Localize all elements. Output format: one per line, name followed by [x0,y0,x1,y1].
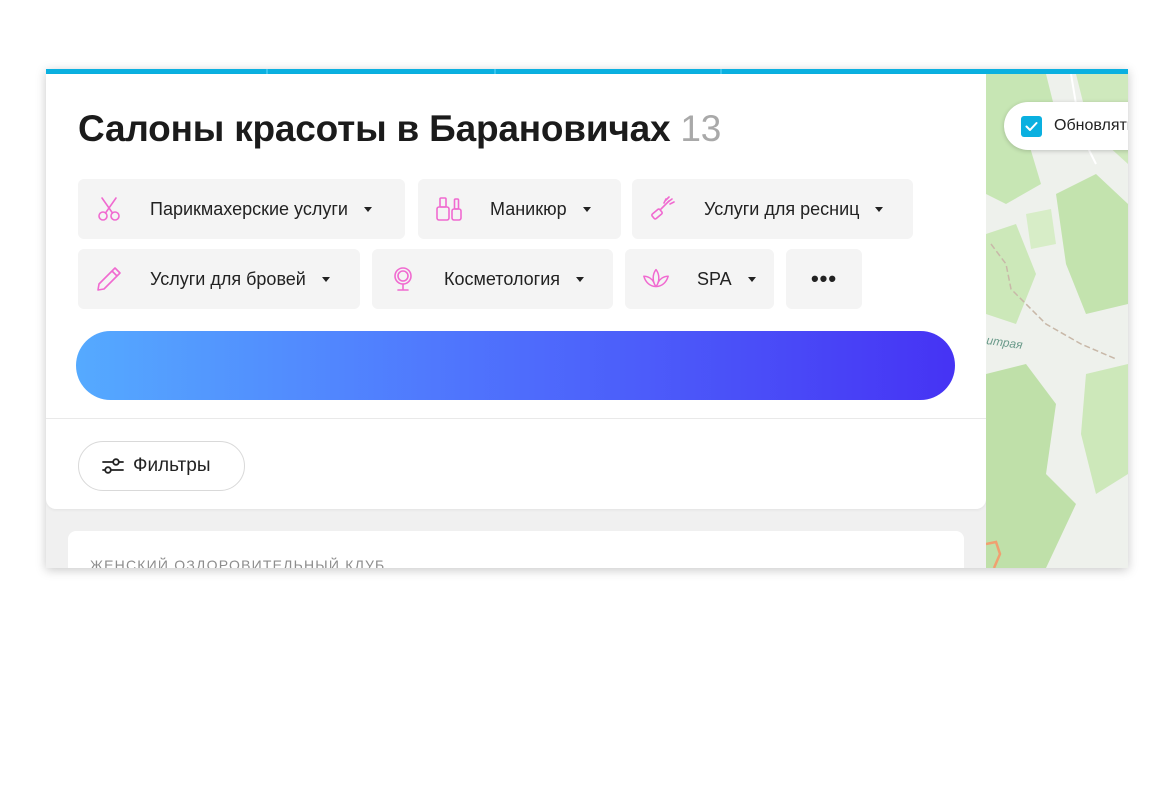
category-chip-lashes[interactable]: Услуги для ресниц [632,179,913,239]
filters-button[interactable]: Фильтры [78,441,245,491]
mirror-icon [388,264,418,294]
divider [46,418,986,419]
checkbox-checked-icon[interactable] [1021,115,1042,137]
scissors-icon [94,194,124,224]
category-chip-brows[interactable]: Услуги для бровей [78,249,360,309]
mascara-icon [648,194,678,224]
results-count: 13 [680,108,722,149]
caret-down-icon [747,276,756,282]
brow-pencil-icon [94,264,124,294]
category-chip-manicure[interactable]: Маникюр [418,179,621,239]
more-dots-icon: ••• [810,266,838,291]
salon-card[interactable]: ЖЕНСКИЙ ОЗДОРОВИТЕЛЬНЫЙ КЛУБ [68,531,964,568]
category-chip-label: Услуги для ресниц [704,198,860,219]
filters-label: Фильтры [133,455,211,476]
listing-panel: Салоны красоты в Барановичах 13 Парикмахе… [46,74,986,509]
nail-polish-icon [434,194,464,224]
caret-down-icon [363,206,372,212]
map-update-toggle[interactable]: Обновлять [1004,102,1128,150]
page-title: Салоны красоты в Барановичах 13 [78,108,721,150]
lotus-icon [641,264,671,294]
caret-down-icon [576,276,585,282]
sliders-icon [101,455,127,477]
category-chip-cosmetology[interactable]: Косметология [372,249,613,309]
category-chip-spa[interactable]: SPA [625,249,774,309]
salon-category: ЖЕНСКИЙ ОЗДОРОВИТЕЛЬНЫЙ КЛУБ [90,557,386,568]
page-title-text: Салоны красоты в Барановичах [78,108,671,149]
app-window: Салоны красоты в Барановичах 13 Парикмахе… [46,69,1128,568]
category-chip-hair[interactable]: Парикмахерские услуги [78,179,405,239]
category-chip-label: Услуги для бровей [150,268,306,289]
category-chip-label: Парикмахерские услуги [150,198,348,219]
promo-banner[interactable] [76,331,955,400]
category-chip-label: Косметология [444,268,561,289]
caret-down-icon [321,276,330,282]
more-categories-button[interactable]: ••• [786,249,862,309]
category-chip-label: SPA [697,268,732,289]
caret-down-icon [875,206,884,212]
caret-down-icon [582,206,591,212]
map-toggle-label: Обновлять [1054,117,1128,134]
category-chip-label: Маникюр [490,198,567,219]
